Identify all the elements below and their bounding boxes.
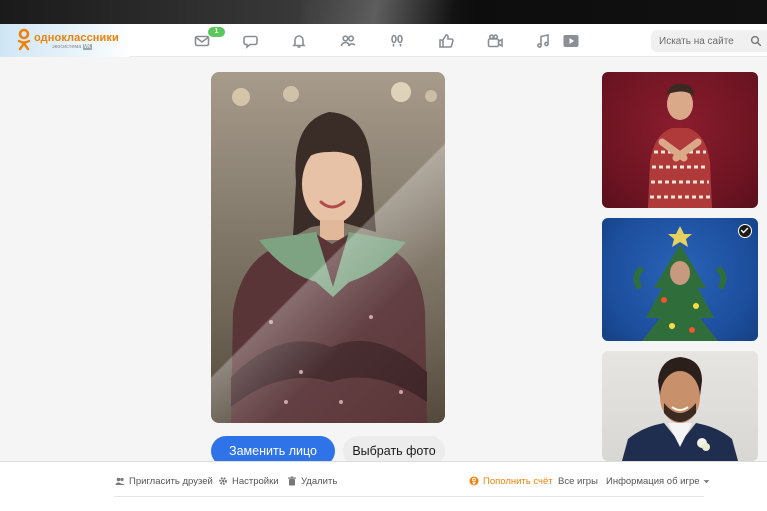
settings-link[interactable]: Настройки <box>218 474 279 488</box>
bell-icon[interactable] <box>290 32 308 50</box>
trash-icon <box>288 476 296 486</box>
friends-icon[interactable] <box>339 32 357 50</box>
template-3-image <box>622 357 738 461</box>
brand-subtitle-badge: VK <box>82 44 92 50</box>
ok-logo-icon <box>17 28 31 51</box>
like-icon[interactable] <box>437 32 455 50</box>
brand-subtitle: экосистема VK <box>52 44 92 50</box>
source-photo <box>211 72 445 423</box>
video-icon[interactable] <box>486 32 504 50</box>
all-games-label: Все игры <box>558 475 598 487</box>
site-header: одноклассники экосистема VK 1 <box>0 24 767 57</box>
delete-label: Удалить <box>301 475 338 487</box>
search-input[interactable] <box>659 33 749 49</box>
search-icon[interactable] <box>750 35 762 47</box>
music-icon[interactable] <box>534 32 552 50</box>
window-top-strip <box>0 0 767 24</box>
template-2[interactable] <box>602 218 758 341</box>
gear-icon <box>219 477 227 485</box>
footer-divider <box>114 496 704 497</box>
top-up-label: Пополнить счёт <box>483 475 553 487</box>
game-footer: Пригласить друзей Настройки Удалить Попо… <box>0 461 767 511</box>
invite-friends-link[interactable]: Пригласить друзей <box>115 474 213 488</box>
selected-check-icon <box>738 224 752 238</box>
ok-coin-icon <box>469 476 479 486</box>
settings-label: Настройки <box>232 475 279 487</box>
template-2-image <box>633 226 727 341</box>
footprints-icon[interactable] <box>388 32 406 50</box>
template-3[interactable] <box>602 351 758 461</box>
game-info-link[interactable]: Информация об игре <box>606 474 710 488</box>
chevron-down-icon <box>703 479 709 483</box>
ok-logo[interactable]: одноклассники экосистема VK <box>0 24 130 57</box>
delete-link[interactable]: Удалить <box>287 474 337 488</box>
invite-friends-icon <box>115 477 125 485</box>
play-icon[interactable] <box>562 32 580 50</box>
template-1-image <box>648 83 712 208</box>
app-area: Заменить лицо Выбрать фото <box>0 57 767 466</box>
all-games-link[interactable]: Все игры <box>558 474 598 488</box>
invite-friends-label: Пригласить друзей <box>129 475 213 487</box>
site-search <box>651 30 767 52</box>
brand-name: одноклассники <box>34 32 119 44</box>
chat-icon[interactable] <box>242 32 260 50</box>
template-1[interactable] <box>602 72 758 208</box>
game-info-label: Информация об игре <box>606 475 700 487</box>
messages-badge: 1 <box>208 27 225 37</box>
top-up-link[interactable]: Пополнить счёт <box>469 474 553 488</box>
